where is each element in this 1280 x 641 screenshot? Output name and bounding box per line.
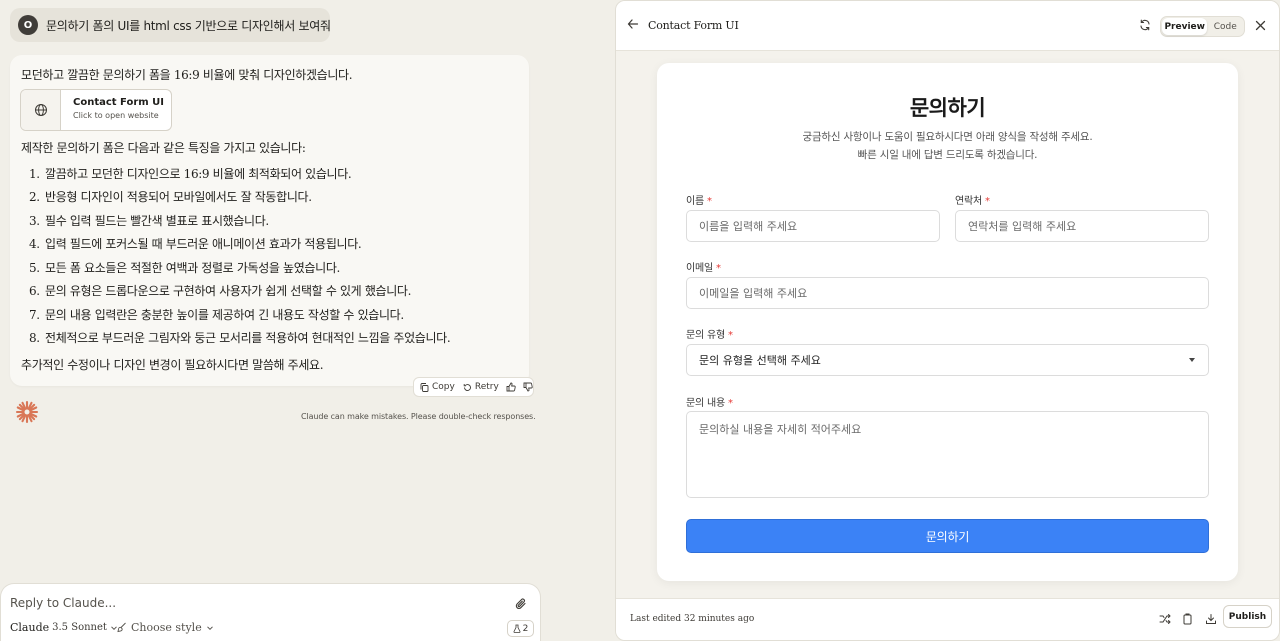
reply-outro: 추가적인 수정이나 디자인 변경이 필요하시다면 말씀해 주세요.: [21, 358, 324, 372]
refresh-icon[interactable]: [1139, 19, 1151, 31]
view-toggle: Preview Code: [1160, 16, 1245, 37]
inquiry-type-select[interactable]: 문의 유형을 선택해 주세요: [686, 344, 1209, 376]
required-mark: *: [715, 263, 721, 274]
list-item: 4. 입력 필드에 포커스될 때 부드러운 애니메이션 효과가 적용됩니다.: [29, 237, 362, 251]
thumbs-down-icon: [523, 382, 533, 392]
globe-icon: [21, 90, 61, 130]
list-item: 8. 전체적으로 부드러운 그림자와 둥근 모서리를 적용하여 현대적인 느낌을 …: [29, 331, 451, 345]
claude-logo-icon: [15, 400, 39, 424]
thumbs-up-icon: [506, 382, 516, 392]
reply-intro: 모던하고 깔끔한 문의하기 폼을 16:9 비율에 맞춰 디자인하겠습니다.: [21, 68, 353, 82]
artifact-card[interactable]: Contact Form UI Click to open website: [20, 89, 172, 131]
artifact-header: Contact Form UI Preview Code: [616, 1, 1279, 51]
composer: Claude 3.5 Sonnet Choose style 2: [0, 583, 541, 641]
inquiry-type-label: 문의 유형 *: [686, 330, 733, 341]
caret-down-icon: [1189, 358, 1195, 362]
retry-icon: [463, 383, 471, 391]
chevron-down-icon: [206, 625, 213, 630]
disclaimer: Claude can make mistakes. Please double-…: [301, 412, 536, 421]
submit-button[interactable]: 문의하기: [686, 519, 1209, 553]
list-item: 2. 반응형 디자인이 적용되어 모바일에서도 잘 작동합니다.: [29, 190, 312, 204]
features-intro: 제작한 문의하기 폼은 다음과 같은 특징을 가지고 있습니다:: [21, 141, 306, 155]
form-title: 문의하기: [909, 96, 986, 120]
copy-icon: [420, 382, 429, 392]
phone-label: 연락처 *: [955, 196, 990, 207]
last-edited: Last edited 32 minutes ago: [630, 614, 755, 624]
phone-field[interactable]: [955, 210, 1209, 242]
retry-button[interactable]: Retry: [463, 382, 499, 392]
form-description: 빠른 시일 내에 답변 드리도록 하겠습니다.: [857, 149, 1038, 161]
form-description: 궁금하신 사항이나 도움이 필요하시다면 아래 양식을 작성해 주세요.: [802, 131, 1093, 143]
required-mark: *: [984, 196, 990, 207]
list-item: 6. 문의 유형은 드롭다운으로 구현하여 사용자가 쉽게 선택할 수 있게 했습…: [29, 284, 412, 298]
artifact-panel: Contact Form UI Preview Code 문의하기 궁금하신 사…: [615, 0, 1280, 641]
copy-button[interactable]: Copy: [420, 382, 455, 392]
name-label: 이름 *: [686, 196, 712, 207]
thumbs-down-button[interactable]: [523, 382, 533, 392]
required-mark: *: [727, 398, 733, 409]
email-field[interactable]: [686, 277, 1209, 309]
assistant-reply: 모던하고 깔끔한 문의하기 폼을 16:9 비율에 맞춰 디자인하겠습니다. C…: [10, 55, 529, 386]
list-item: 3. 필수 입력 필드는 빨간색 별표로 표시했습니다.: [29, 214, 269, 228]
list-item: 1. 깔끔하고 모던한 디자인으로 16:9 비율에 최적화되어 있습니다.: [29, 167, 352, 181]
flask-icon: [513, 624, 521, 633]
model-selector[interactable]: Claude 3.5 Sonnet: [10, 621, 118, 634]
message-actions: Copy Retry: [413, 377, 534, 397]
artifact-panel-title: Contact Form UI: [648, 19, 739, 32]
reply-input[interactable]: [10, 596, 460, 610]
flask-count-badge[interactable]: 2: [507, 620, 534, 637]
required-mark: *: [706, 196, 712, 207]
list-item: 5. 모든 폼 요소들은 적절한 여백과 정렬로 가독성을 높였습니다.: [29, 261, 340, 275]
user-message-text: 문의하기 폼의 UI를 html css 기반으로 디자인해서 보여줘: [46, 18, 331, 33]
content-label: 문의 내용 *: [686, 398, 733, 409]
email-label: 이메일 *: [686, 263, 721, 274]
publish-button[interactable]: Publish: [1223, 605, 1272, 628]
user-message: O 문의하기 폼의 UI를 html css 기반으로 디자인해서 보여줘: [10, 8, 331, 42]
remix-icon[interactable]: [1159, 613, 1171, 625]
artifact-title: Contact Form UI: [73, 97, 165, 108]
thumbs-up-button[interactable]: [506, 382, 516, 392]
list-item: 7. 문의 내용 입력란은 충분한 높이를 제공하여 긴 내용도 작성할 수 있습…: [29, 308, 404, 322]
tab-code[interactable]: Code: [1207, 18, 1243, 35]
name-field[interactable]: [686, 210, 940, 242]
artifact-subtitle: Click to open website: [73, 111, 159, 120]
content-textarea[interactable]: [686, 411, 1209, 498]
copy-icon[interactable]: [1182, 613, 1193, 625]
contact-form: 문의하기 궁금하신 사항이나 도움이 필요하시다면 아래 양식을 작성해 주세요…: [657, 63, 1238, 581]
paperclip-icon[interactable]: [515, 597, 527, 611]
tab-preview[interactable]: Preview: [1162, 18, 1208, 35]
brush-icon: [117, 622, 126, 633]
user-avatar: O: [18, 15, 38, 35]
close-icon[interactable]: [1255, 20, 1266, 31]
download-icon[interactable]: [1205, 613, 1217, 625]
arrow-left-icon[interactable]: [627, 18, 639, 30]
style-selector[interactable]: Choose style: [116, 621, 214, 634]
artifact-footer: Last edited 32 minutes ago Publish: [616, 598, 1279, 640]
required-mark: *: [727, 330, 733, 341]
